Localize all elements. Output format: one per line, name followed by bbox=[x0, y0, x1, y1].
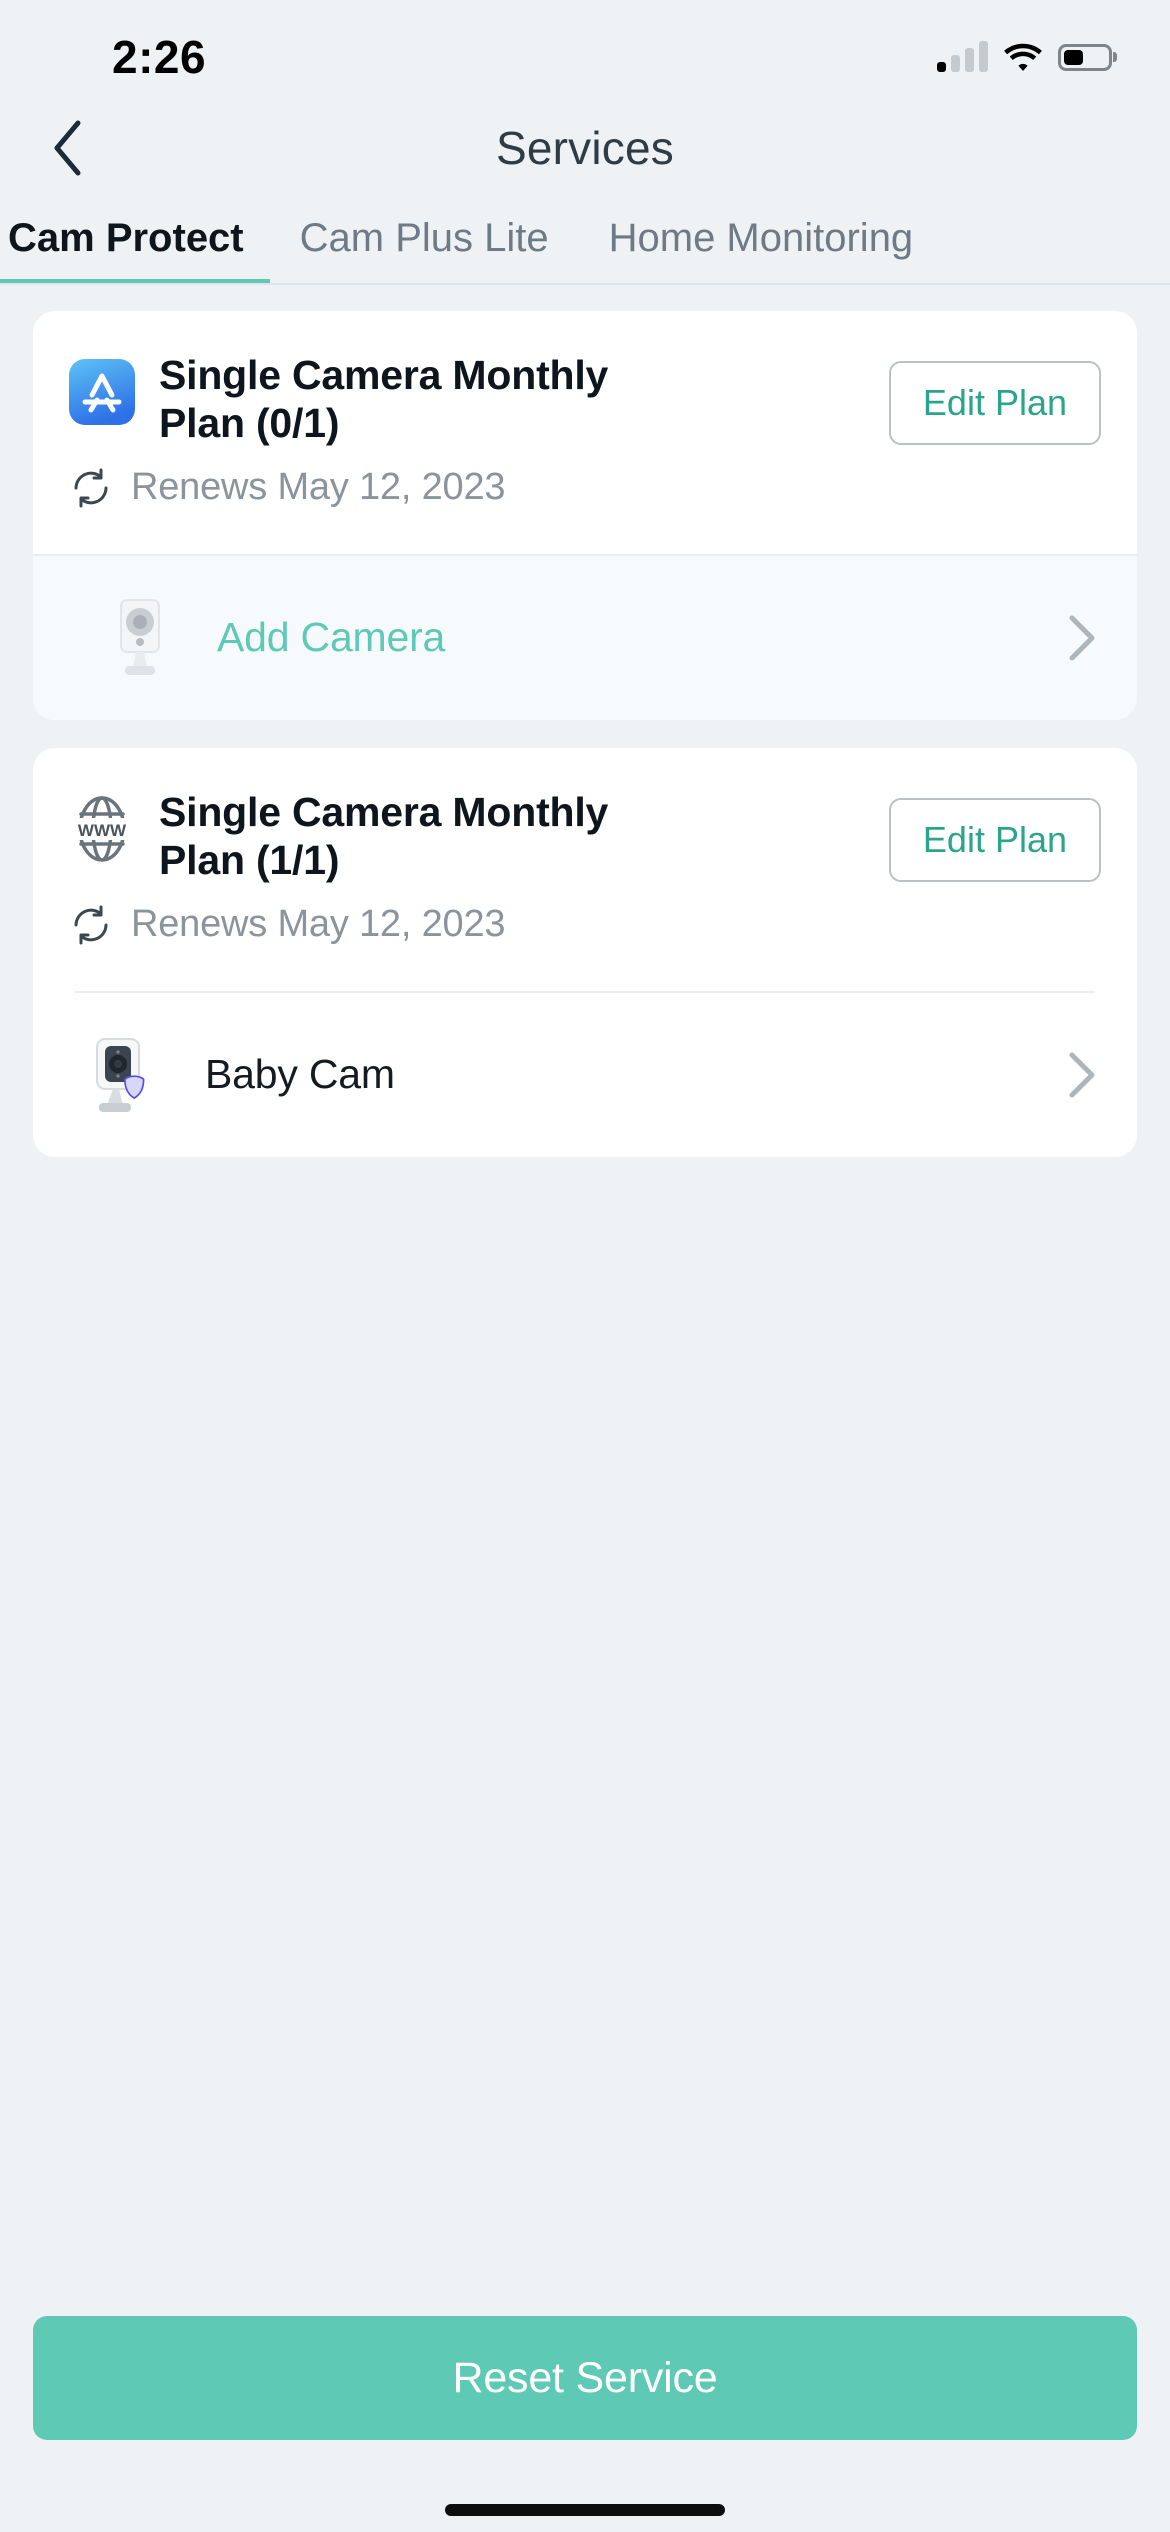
service-tabs: Cam Protect Cam Plus Lite Home Monitorin… bbox=[0, 195, 1170, 285]
tab-home-monitoring[interactable]: Home Monitoring bbox=[579, 216, 944, 283]
plan-renewal-text: Renews May 12, 2023 bbox=[131, 903, 505, 946]
battery-icon bbox=[1058, 44, 1112, 71]
plan-text-block: Single Camera Monthly Plan (0/1) bbox=[135, 351, 889, 448]
app-store-icon bbox=[69, 359, 135, 425]
camera-placeholder-icon bbox=[97, 596, 181, 680]
edit-plan-button[interactable]: Edit Plan bbox=[889, 798, 1101, 882]
chevron-left-icon bbox=[52, 120, 84, 176]
back-button[interactable] bbox=[38, 118, 98, 178]
device-label: Baby Cam bbox=[169, 1051, 1061, 1098]
chevron-right-icon bbox=[1061, 613, 1101, 663]
tab-cam-protect[interactable]: Cam Protect bbox=[0, 216, 270, 283]
edit-plan-button[interactable]: Edit Plan bbox=[889, 361, 1101, 445]
wifi-icon bbox=[1004, 42, 1042, 72]
svg-text:WWW: WWW bbox=[78, 821, 127, 840]
www-globe-icon: WWW bbox=[69, 796, 135, 862]
status-bar: 2:26 bbox=[0, 0, 1170, 100]
plan-renewal: Renews May 12, 2023 bbox=[33, 448, 1137, 554]
refresh-cycle-icon bbox=[69, 466, 113, 510]
plan-text-block: Single Camera Monthly Plan (1/1) bbox=[135, 788, 889, 885]
home-indicator bbox=[0, 2488, 1170, 2532]
plan-renewal-text: Renews May 12, 2023 bbox=[131, 466, 505, 509]
reset-service-button[interactable]: Reset Service bbox=[33, 2316, 1137, 2440]
add-camera-label: Add Camera bbox=[181, 614, 1061, 661]
page-title: Services bbox=[496, 121, 674, 175]
status-bar-indicators bbox=[937, 42, 1112, 72]
tab-label: Cam Plus Lite bbox=[270, 216, 579, 261]
footer-actions: Reset Service bbox=[0, 2316, 1170, 2440]
tab-cam-plus-lite[interactable]: Cam Plus Lite bbox=[270, 216, 579, 283]
plan-title: Single Camera Monthly Plan (1/1) bbox=[159, 788, 639, 885]
app-screen: 2:26 Services Cam Protect bbox=[0, 0, 1170, 2532]
tab-label: Home Monitoring bbox=[579, 216, 944, 261]
plan-renewal: Renews May 12, 2023 bbox=[33, 885, 1137, 991]
navigation-bar: Services bbox=[0, 100, 1170, 195]
plan-header: WWW Single Camera Monthly Plan (1/1) Edi… bbox=[33, 748, 1137, 885]
plans-list: Single Camera Monthly Plan (0/1) Edit Pl… bbox=[0, 285, 1170, 2316]
camera-shield-icon bbox=[85, 1033, 169, 1117]
status-bar-time: 2:26 bbox=[112, 30, 206, 84]
refresh-cycle-icon bbox=[69, 903, 113, 947]
plan-header: Single Camera Monthly Plan (0/1) Edit Pl… bbox=[33, 311, 1137, 448]
plan-card: WWW Single Camera Monthly Plan (1/1) Edi… bbox=[33, 748, 1137, 1157]
tab-label: Cam Protect bbox=[0, 216, 270, 261]
add-camera-row[interactable]: Add Camera bbox=[33, 554, 1137, 720]
cellular-signal-icon bbox=[937, 42, 988, 72]
chevron-right-icon bbox=[1061, 1050, 1101, 1100]
device-row[interactable]: Baby Cam bbox=[33, 993, 1137, 1157]
plan-card: Single Camera Monthly Plan (0/1) Edit Pl… bbox=[33, 311, 1137, 720]
plan-title: Single Camera Monthly Plan (0/1) bbox=[159, 351, 639, 448]
